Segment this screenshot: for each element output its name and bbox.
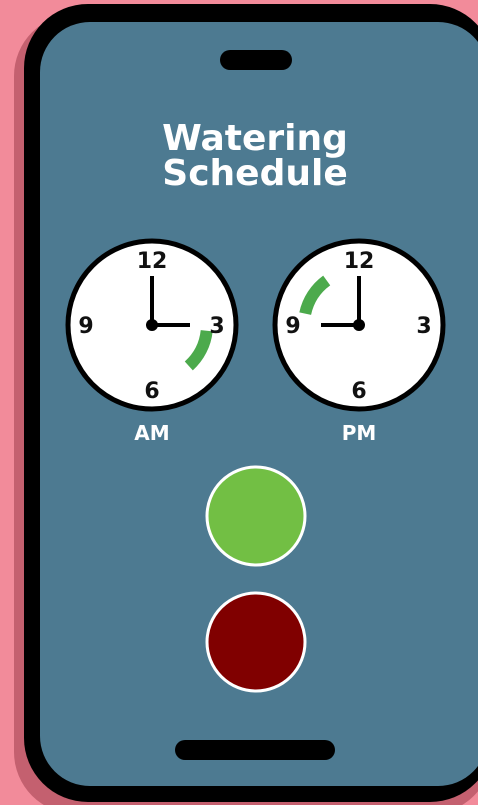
clock-pm: 12 3 6 9 [272, 238, 446, 412]
clock-am-center [146, 319, 158, 331]
home-bar[interactable] [175, 740, 335, 760]
clock-am-num-6: 6 [144, 379, 159, 404]
phone-frame: Watering Schedule 12 3 6 9 AM 12 3 6 9 P… [14, 4, 478, 805]
title-line-2: Schedule [162, 153, 347, 194]
stop-button[interactable] [205, 591, 307, 693]
stage: Watering Schedule 12 3 6 9 AM 12 3 6 9 P… [0, 0, 478, 805]
speaker-notch [220, 50, 292, 70]
clock-pm-num-12: 12 [344, 249, 375, 274]
clock-pm-num-3: 3 [416, 314, 431, 339]
clock-pm-num-9: 9 [285, 314, 300, 339]
clock-am: 12 3 6 9 [65, 238, 239, 412]
clock-pm-num-6: 6 [351, 379, 366, 404]
clock-am-num-9: 9 [78, 314, 93, 339]
clock-pm-center [353, 319, 365, 331]
clock-am-label: AM [134, 421, 169, 445]
clock-am-num-3: 3 [209, 314, 224, 339]
clock-pm-label: PM [342, 421, 377, 445]
clock-am-num-12: 12 [137, 249, 168, 274]
start-button[interactable] [205, 465, 307, 567]
